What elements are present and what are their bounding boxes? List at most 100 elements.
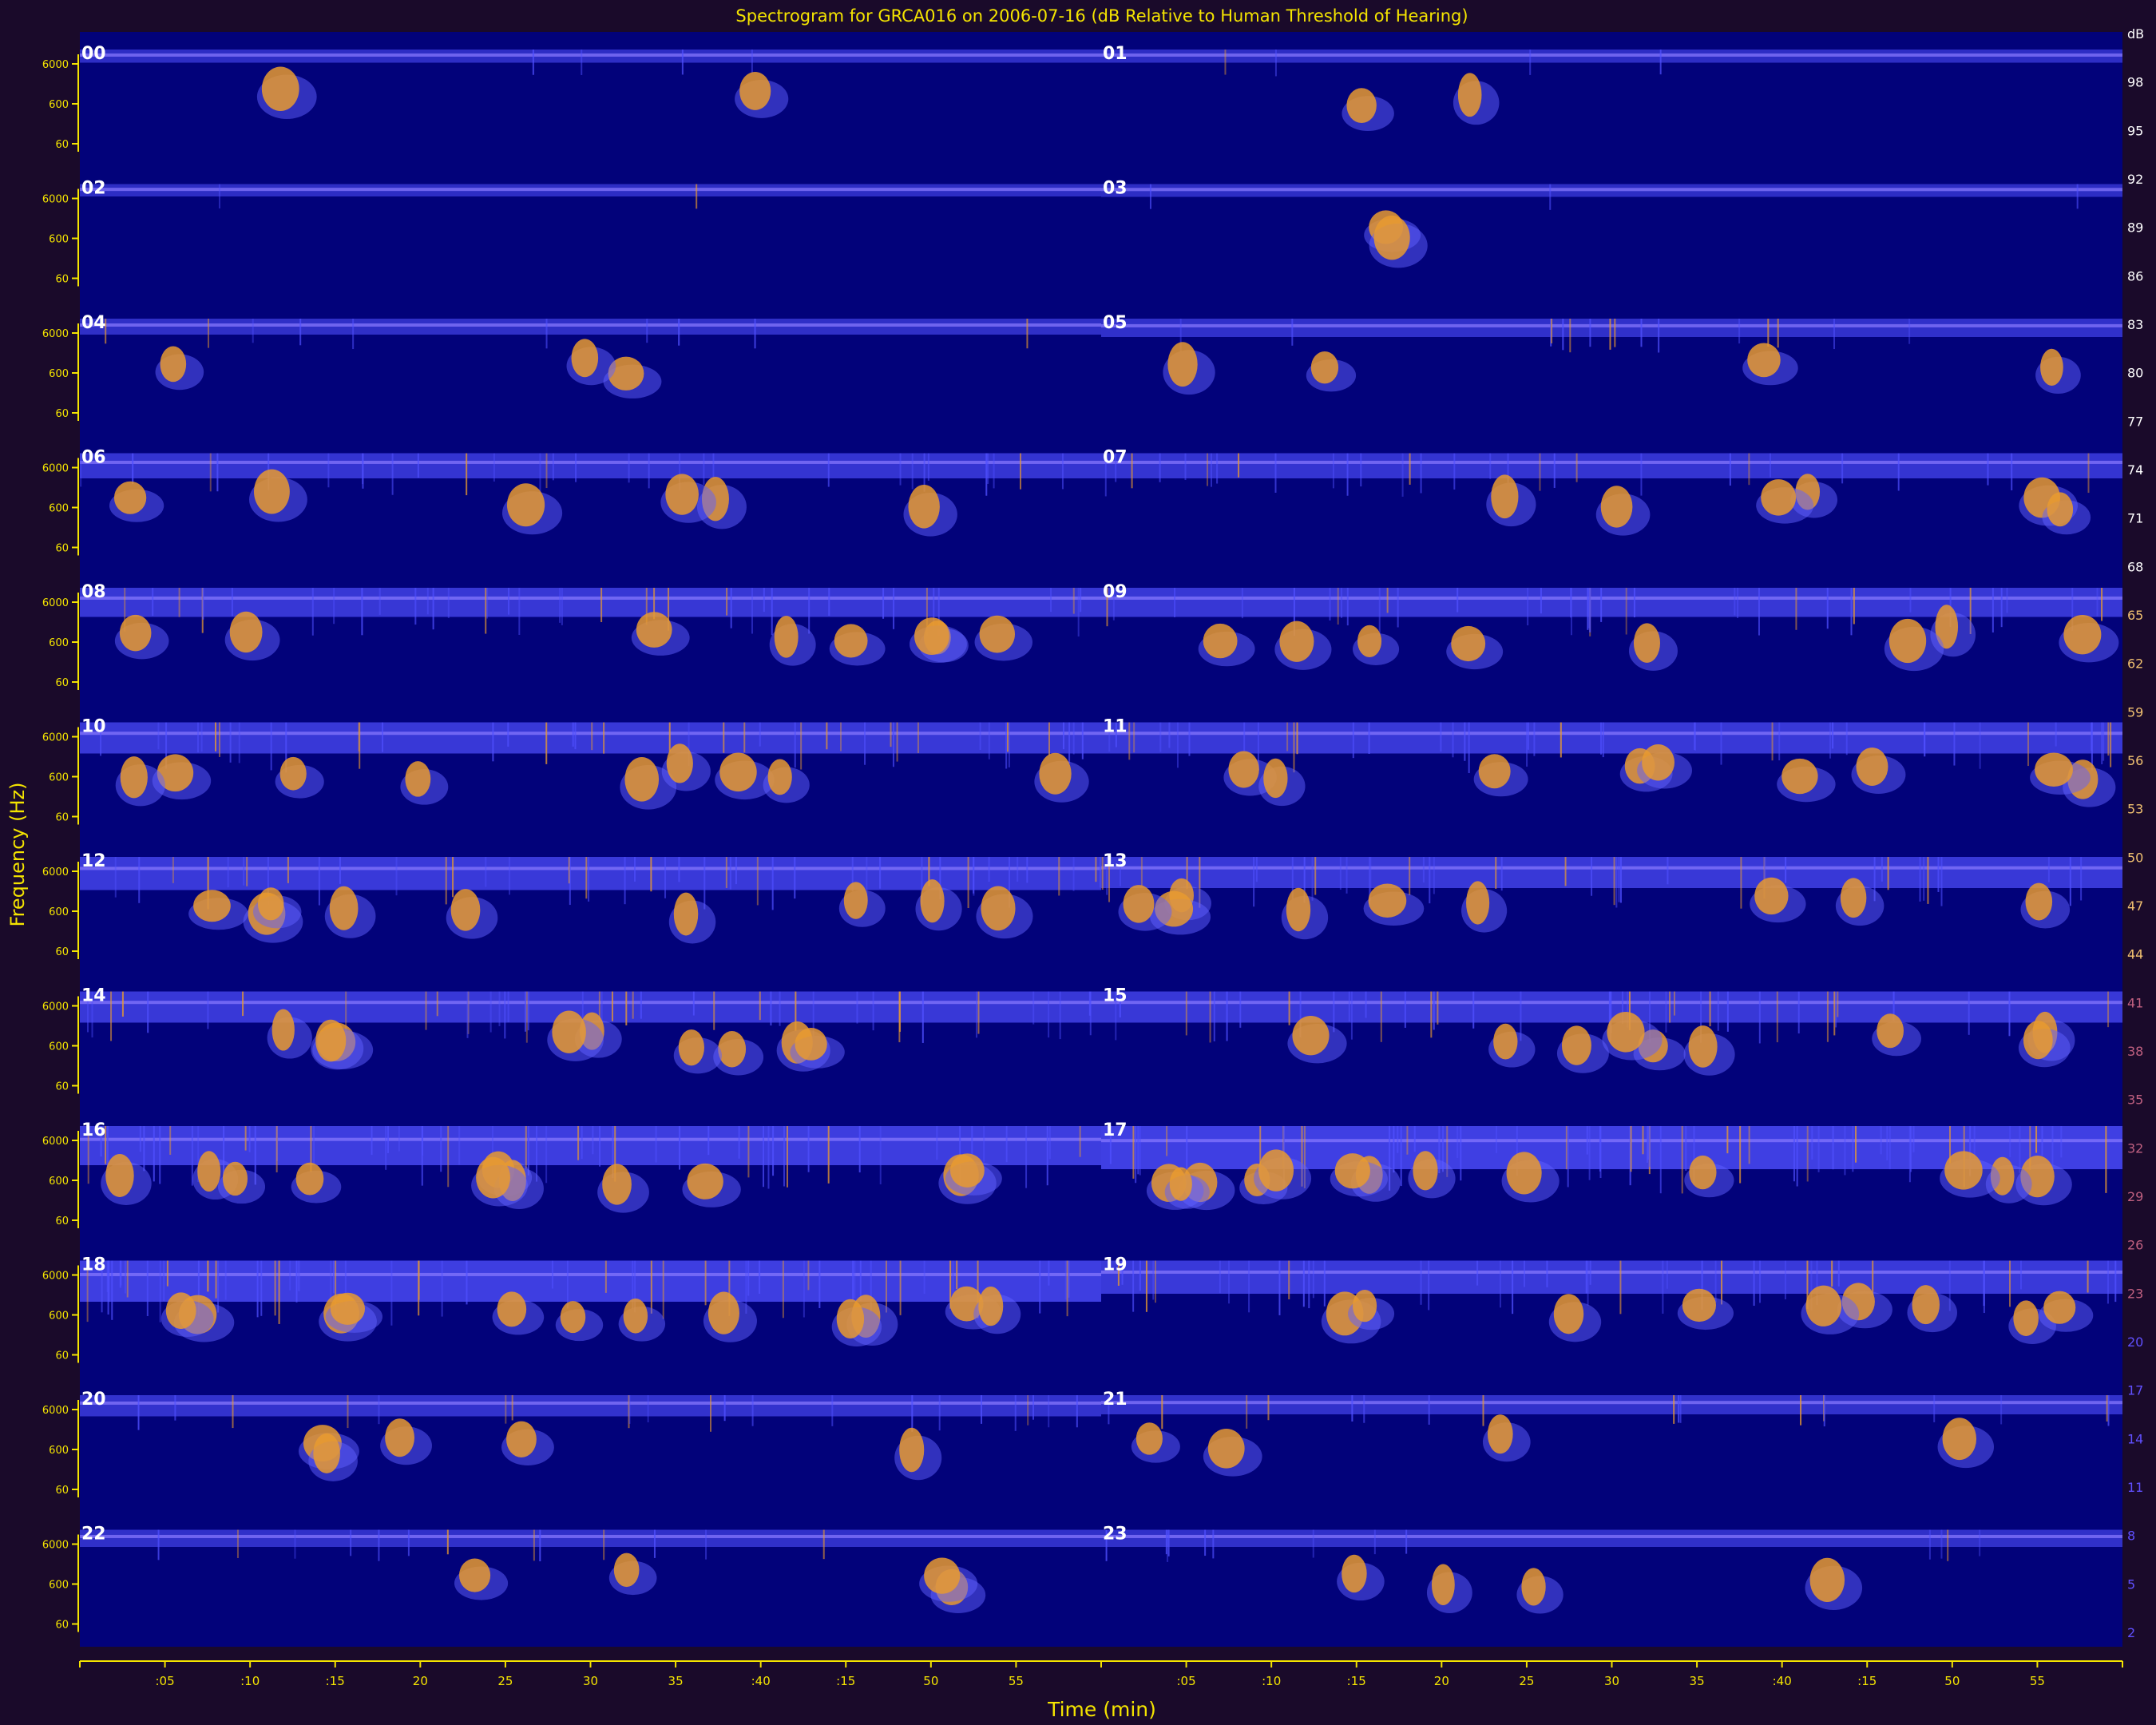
frequency-tick-label: 6000 bbox=[42, 194, 69, 206]
noise-streak bbox=[332, 1260, 335, 1294]
noise-streak bbox=[229, 722, 232, 763]
bird-call bbox=[1334, 1153, 1370, 1189]
color-scale-label: 20 bbox=[2127, 1334, 2143, 1350]
noise-streak bbox=[2107, 722, 2110, 756]
noise-streak bbox=[1609, 319, 1611, 350]
noise-streak bbox=[854, 1260, 856, 1299]
bird-call bbox=[1491, 474, 1519, 519]
noise-streak bbox=[445, 857, 447, 905]
high-frequency-band bbox=[1101, 1395, 2122, 1414]
noise-streak bbox=[227, 857, 229, 888]
noise-streak bbox=[1228, 1260, 1231, 1304]
band-core bbox=[80, 323, 1101, 327]
bird-call bbox=[1039, 752, 1072, 795]
frequency-tick-label: 60 bbox=[55, 543, 69, 555]
bird-call bbox=[719, 752, 757, 792]
bird-call bbox=[458, 1558, 491, 1592]
hour-label: 06 bbox=[81, 448, 106, 468]
bird-call bbox=[506, 483, 545, 527]
bird-call bbox=[476, 1156, 510, 1199]
bird-call bbox=[1228, 751, 1259, 788]
noise-streak bbox=[256, 1260, 259, 1318]
noise-streak bbox=[647, 1395, 649, 1423]
noise-streak bbox=[981, 1395, 983, 1424]
bird-call bbox=[330, 1292, 366, 1325]
color-scale-label: 26 bbox=[2127, 1238, 2143, 1253]
bird-call bbox=[1642, 744, 1675, 781]
bird-call bbox=[552, 1010, 586, 1053]
bird-call bbox=[1840, 878, 1867, 918]
noise-streak bbox=[132, 453, 134, 485]
noise-streak bbox=[1546, 1260, 1548, 1287]
noise-streak bbox=[1302, 1260, 1305, 1307]
bird-call bbox=[1944, 1151, 1983, 1190]
noise-streak bbox=[1274, 453, 1277, 494]
bird-call bbox=[1521, 1568, 1546, 1606]
noise-streak bbox=[119, 1260, 121, 1288]
noise-streak bbox=[988, 857, 990, 882]
frequency-tick-label: 6000 bbox=[42, 1271, 69, 1283]
noise-streak bbox=[2107, 991, 2110, 1028]
noise-streak bbox=[1662, 1260, 1664, 1314]
noise-streak bbox=[1669, 991, 1671, 1023]
bird-call bbox=[1600, 486, 1633, 528]
color-scale-label: 62 bbox=[2127, 656, 2143, 672]
noise-streak bbox=[1020, 453, 1022, 490]
noise-streak bbox=[1017, 857, 1019, 882]
noise-streak bbox=[1602, 722, 1604, 758]
noise-streak bbox=[1600, 588, 1603, 622]
noise-streak bbox=[738, 1126, 740, 1159]
noise-streak bbox=[747, 1126, 750, 1178]
bird-call bbox=[795, 1028, 827, 1061]
noise-streak bbox=[585, 857, 588, 899]
noise-streak bbox=[640, 991, 642, 1019]
bird-call bbox=[1506, 1152, 1542, 1195]
noise-streak bbox=[1089, 991, 1092, 1036]
color-scale-label: 92 bbox=[2127, 172, 2143, 187]
noise-streak bbox=[2035, 1126, 2038, 1153]
noise-streak bbox=[1767, 319, 1770, 347]
noise-streak bbox=[1046, 1126, 1048, 1186]
noise-streak bbox=[988, 722, 990, 759]
noise-streak bbox=[1185, 991, 1187, 1036]
bird-call bbox=[1478, 754, 1511, 789]
noise-streak bbox=[588, 857, 590, 902]
noise-streak bbox=[782, 1260, 784, 1319]
color-scale: dB 98 95 92 89 86 83 80 77 74 71 68 65 62 59 56 53 50 47 44… bbox=[2127, 26, 2144, 1640]
noise-streak bbox=[1159, 453, 1161, 482]
noise-streak bbox=[1291, 319, 1294, 346]
noise-streak bbox=[756, 857, 759, 906]
time-tick-label: :10 bbox=[1262, 1674, 1281, 1688]
noise-streak bbox=[859, 1260, 862, 1301]
noise-streak bbox=[976, 991, 978, 1038]
noise-streak bbox=[147, 991, 149, 1033]
noise-streak bbox=[1152, 1260, 1155, 1300]
noise-streak bbox=[294, 1529, 296, 1559]
noise-streak bbox=[1420, 453, 1422, 494]
noise-streak bbox=[1332, 453, 1334, 489]
noise-streak bbox=[2106, 1395, 2108, 1422]
noise-streak bbox=[1048, 1126, 1051, 1160]
noise-streak bbox=[2105, 1126, 2107, 1193]
bird-call bbox=[843, 882, 868, 919]
bird-call bbox=[707, 1291, 739, 1334]
noise-streak bbox=[1777, 319, 1779, 348]
noise-streak bbox=[751, 1395, 754, 1426]
noise-streak bbox=[1460, 1126, 1462, 1181]
noise-streak bbox=[1540, 588, 1542, 614]
noise-streak bbox=[993, 453, 995, 489]
noise-streak bbox=[574, 722, 577, 750]
noise-streak bbox=[1845, 722, 1848, 755]
noise-streak bbox=[215, 1260, 217, 1299]
noise-streak bbox=[1428, 1260, 1430, 1311]
noise-streak bbox=[1729, 453, 1731, 486]
noise-streak bbox=[545, 453, 548, 489]
noise-streak bbox=[985, 453, 988, 496]
noise-streak bbox=[1346, 453, 1349, 496]
noise-streak bbox=[1314, 857, 1317, 895]
noise-streak bbox=[800, 722, 803, 770]
noise-streak bbox=[864, 722, 866, 765]
color-scale-label: 50 bbox=[2127, 850, 2143, 865]
noise-streak bbox=[979, 722, 981, 751]
noise-streak bbox=[1288, 1260, 1290, 1300]
